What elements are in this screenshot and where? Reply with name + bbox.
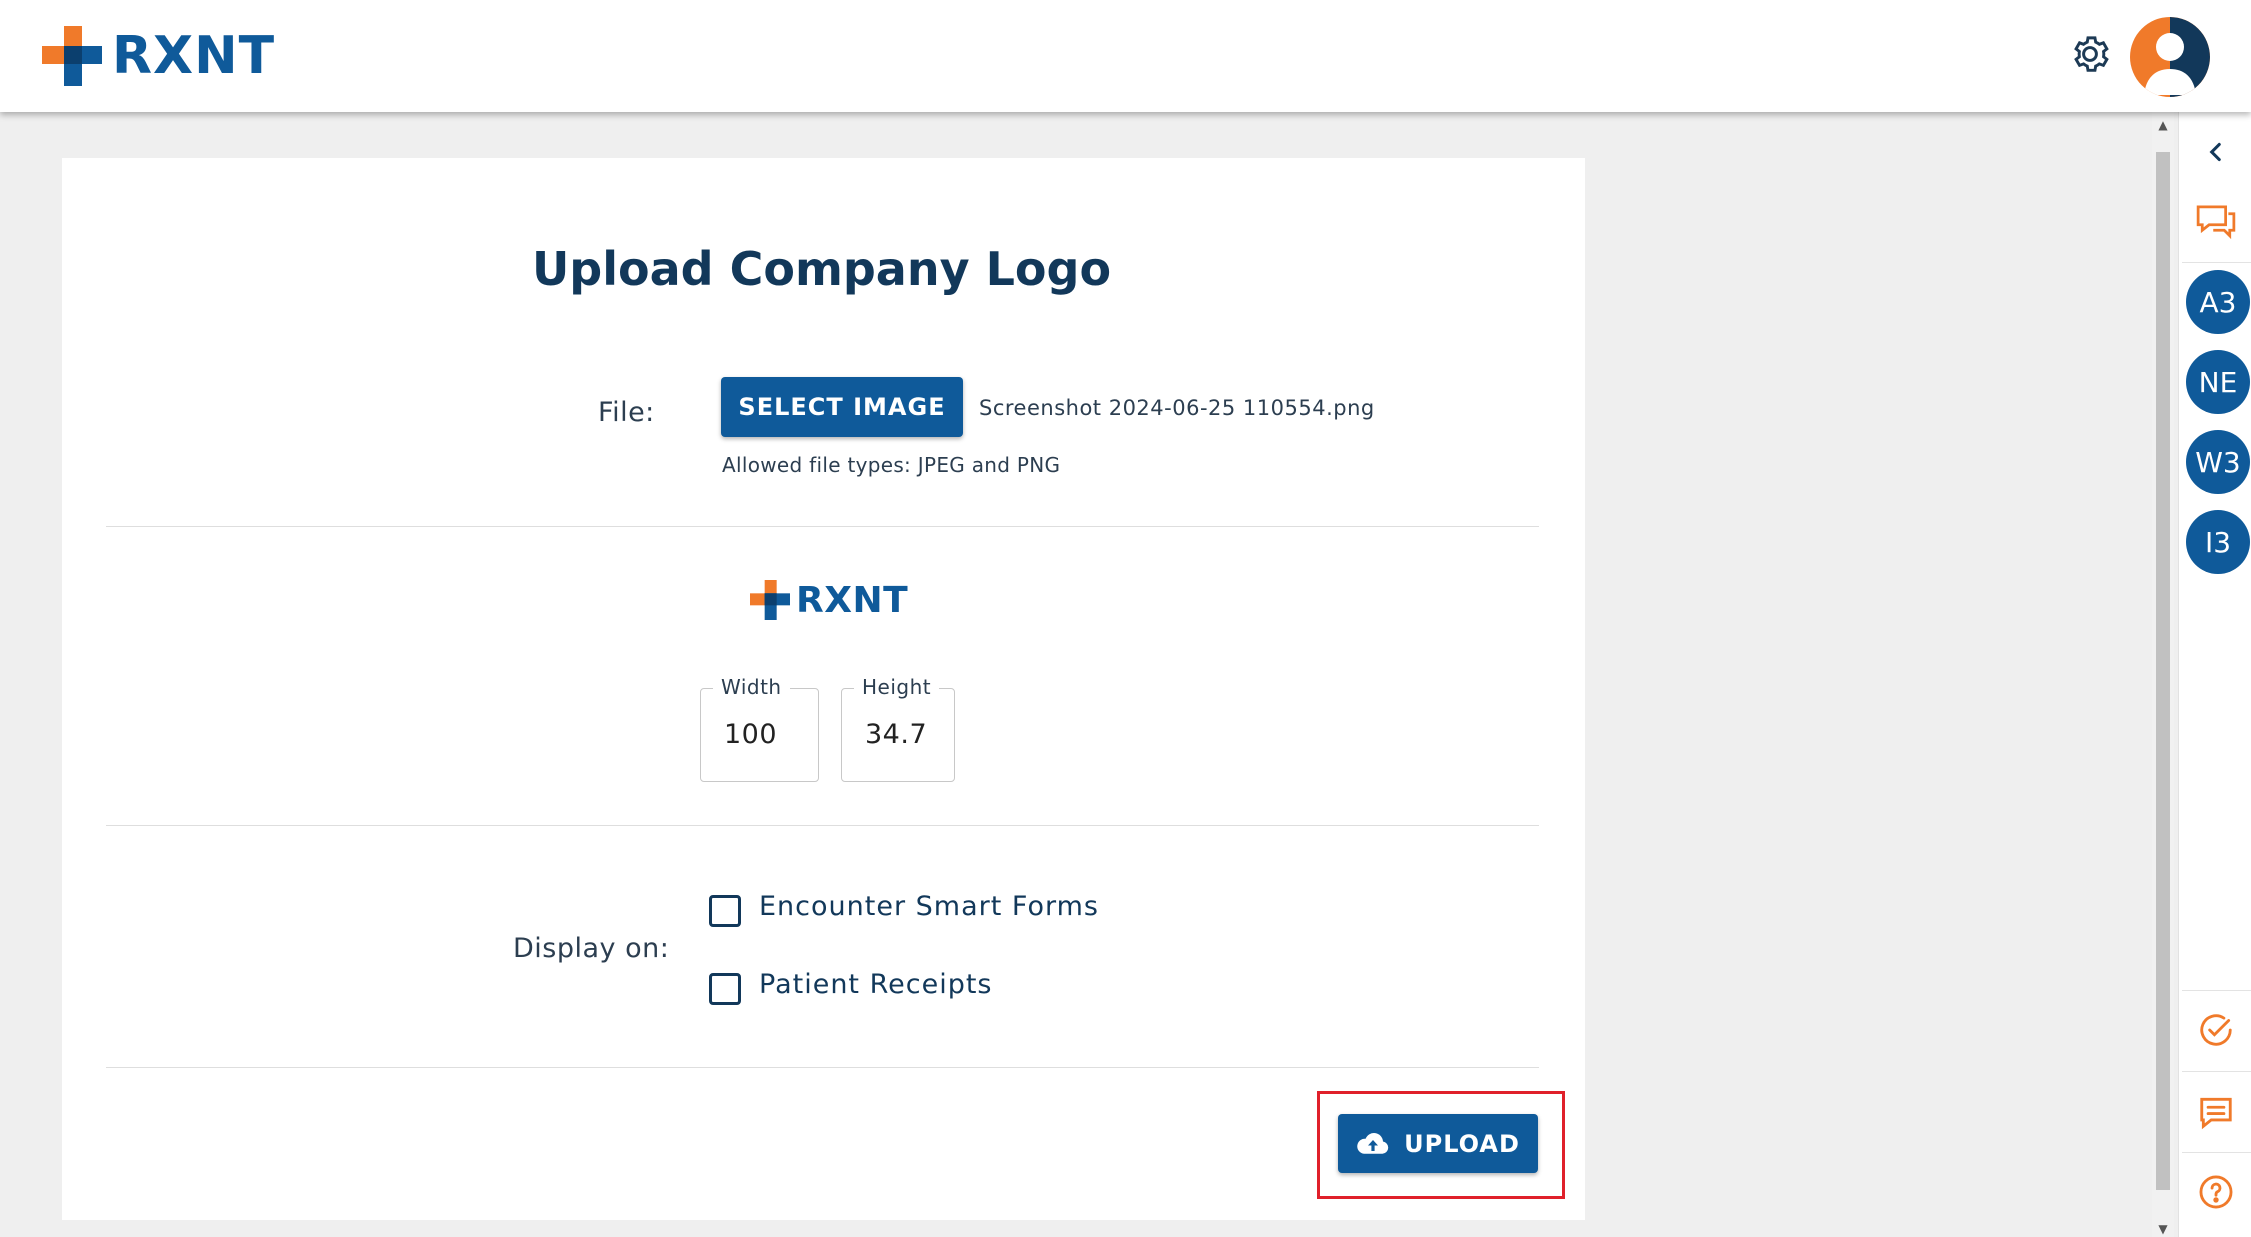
rxnt-cross-icon xyxy=(750,580,790,620)
rxnt-cross-icon xyxy=(42,26,102,86)
top-bar: RXNT xyxy=(0,0,2251,112)
upload-button-label: UPLOAD xyxy=(1404,1129,1520,1158)
chevron-left-icon[interactable] xyxy=(2184,120,2248,184)
height-value: 34.7 xyxy=(865,719,928,750)
width-value: 100 xyxy=(724,719,778,750)
logo-preview: RXNT xyxy=(750,578,908,622)
rail-bubble-w3[interactable]: W3 xyxy=(2186,430,2250,494)
help-circle-icon[interactable] xyxy=(2184,1160,2248,1224)
allowed-file-types: Allowed file types: JPEG and PNG xyxy=(722,453,1061,477)
height-label: Height xyxy=(854,675,940,699)
brand-logo[interactable]: RXNT xyxy=(42,26,275,86)
divider xyxy=(106,526,1539,527)
preview-brand-name: RXNT xyxy=(796,579,909,621)
cloud-upload-icon xyxy=(1356,1131,1390,1157)
page-title: Upload Company Logo xyxy=(531,242,1112,296)
patient-receipts-checkbox[interactable] xyxy=(709,973,741,1005)
rail-bubble-ne[interactable]: NE xyxy=(2186,350,2250,414)
display-on-label: Display on: xyxy=(513,933,670,964)
encounter-smart-forms-label[interactable]: Encounter Smart Forms xyxy=(759,891,1099,922)
brand-name: RXNT xyxy=(112,26,276,86)
check-circle-icon[interactable] xyxy=(2184,998,2248,1062)
divider xyxy=(106,1067,1539,1068)
scroll-up-icon[interactable]: ▲ xyxy=(2156,118,2170,132)
gear-icon[interactable] xyxy=(2068,32,2112,76)
width-field[interactable]: Width 100 xyxy=(700,675,819,782)
avatar-icon[interactable] xyxy=(2130,17,2210,97)
upload-button[interactable]: UPLOAD xyxy=(1338,1114,1538,1173)
select-image-button[interactable]: SELECT IMAGE xyxy=(721,377,963,437)
width-label: Width xyxy=(713,675,790,699)
message-icon[interactable] xyxy=(2184,1080,2248,1144)
patient-receipts-label[interactable]: Patient Receipts xyxy=(759,969,993,1000)
scroll-down-icon[interactable]: ▼ xyxy=(2156,1222,2170,1236)
rail-bubble-i3[interactable]: I3 xyxy=(2186,510,2250,574)
height-field[interactable]: Height 34.7 xyxy=(841,675,955,782)
selected-file-name: Screenshot 2024-06-25 110554.png xyxy=(979,396,1375,420)
chat-bubbles-icon[interactable] xyxy=(2184,190,2248,254)
file-label: File: xyxy=(598,397,655,428)
rail-bubble-a3[interactable]: A3 xyxy=(2186,270,2250,334)
scrollbar-thumb[interactable] xyxy=(2156,152,2170,1190)
encounter-smart-forms-checkbox[interactable] xyxy=(709,895,741,927)
divider xyxy=(106,825,1539,826)
upload-logo-card: Upload Company Logo File: SELECT IMAGE S… xyxy=(62,158,1585,1220)
